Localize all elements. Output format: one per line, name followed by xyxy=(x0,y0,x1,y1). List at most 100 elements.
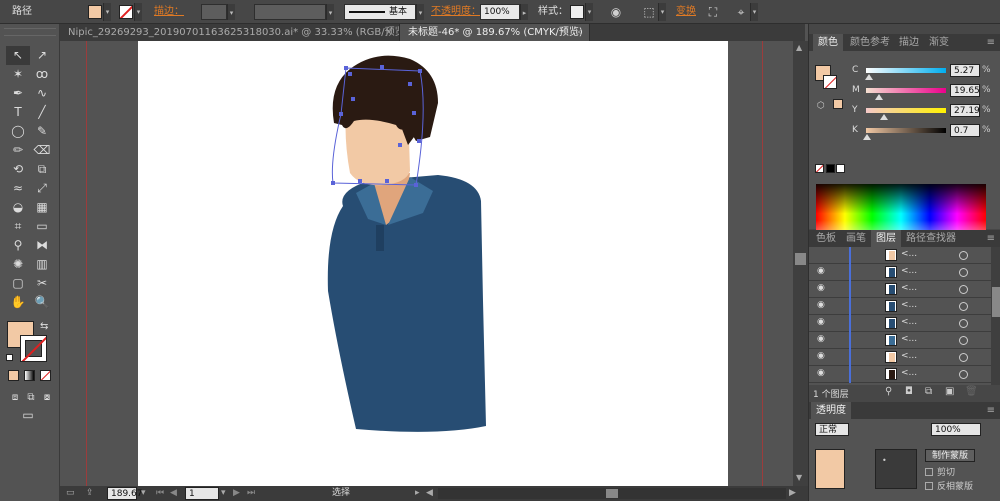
opacity-dropdown[interactable]: ▸ xyxy=(520,4,528,20)
type-tool-icon[interactable]: T xyxy=(6,103,30,122)
opacity-label[interactable]: 不透明度： xyxy=(431,3,481,21)
visibility-eye-icon[interactable]: ◉ xyxy=(817,351,825,361)
none-mode-icon[interactable] xyxy=(40,370,51,381)
channel-slider[interactable] xyxy=(866,88,946,93)
target-circle-icon[interactable] xyxy=(959,285,968,294)
perspective-grid-tool-icon[interactable]: ▦ xyxy=(30,198,54,217)
mesh-tool-icon[interactable]: ⌗ xyxy=(6,217,30,236)
invert-mask-checkbox[interactable] xyxy=(925,482,933,490)
close-icon[interactable]: × xyxy=(385,24,393,41)
new-layer-icon[interactable]: ▣ xyxy=(945,386,954,397)
channel-value-field[interactable]: 5.27 xyxy=(950,64,980,77)
zoom-tool-icon[interactable]: 🔍 xyxy=(30,293,54,312)
first-artboard-icon[interactable]: ⏮ xyxy=(156,487,164,500)
hscroll-thumb[interactable] xyxy=(606,489,618,498)
tab-layers[interactable]: 图层 xyxy=(871,230,901,247)
fill-dropdown[interactable]: ▾ xyxy=(103,3,111,21)
gradient-mode-icon[interactable] xyxy=(24,370,35,381)
anchor-point[interactable] xyxy=(408,82,412,86)
hscroll-right-icon[interactable]: ▶ xyxy=(789,487,796,500)
layers-scroll-thumb[interactable] xyxy=(992,287,1000,317)
opacity-field[interactable]: 100% xyxy=(480,4,520,20)
tab-color[interactable]: 颜色 xyxy=(813,34,843,51)
anchor-point[interactable] xyxy=(331,181,335,185)
column-graph-tool-icon[interactable]: ▥ xyxy=(30,255,54,274)
symbol-sprayer-tool-icon[interactable]: ✺ xyxy=(6,255,30,274)
lasso-tool-icon[interactable]: ꝏ xyxy=(30,65,54,84)
tab-untitled-46[interactable]: 未标题-46* @ 189.67% (CMYK/预览) × xyxy=(400,24,590,41)
anchor-point[interactable] xyxy=(358,179,362,183)
anchor-point[interactable] xyxy=(344,66,348,70)
visibility-eye-icon[interactable]: ◉ xyxy=(817,317,825,327)
object-thumbnail[interactable] xyxy=(815,449,845,489)
clip-checkbox[interactable] xyxy=(925,468,933,476)
hscroll-left-icon[interactable]: ◀ xyxy=(426,487,433,500)
target-circle-icon[interactable] xyxy=(959,319,968,328)
graphic-style-swatch[interactable] xyxy=(570,5,584,19)
artboard-tool-icon[interactable]: ▢ xyxy=(6,274,30,293)
tab-nipic-document[interactable]: Nipic_29269293_20190701163625318030.ai* … xyxy=(60,24,400,41)
blend-tool-icon[interactable]: ⧓ xyxy=(30,236,54,255)
panel-menu-icon[interactable]: ≡ xyxy=(987,230,995,247)
align-icon[interactable]: ⬚ xyxy=(640,3,658,21)
layer-row[interactable]: <... xyxy=(809,247,991,264)
shape-builder-tool-icon[interactable]: ◒ xyxy=(6,198,30,217)
vertical-scrollbar[interactable]: ▲ ▼ xyxy=(793,41,808,486)
variable-width-dropdown[interactable]: ▾ xyxy=(326,4,334,20)
channel-value-field[interactable]: 27.19 xyxy=(950,104,980,117)
brush-stroke-field[interactable]: 基本 xyxy=(344,4,416,20)
tab-gradient[interactable]: 渐变 xyxy=(924,34,954,51)
visibility-eye-icon[interactable]: ◉ xyxy=(817,266,825,276)
anchor-point[interactable] xyxy=(414,183,418,187)
visibility-eye-icon[interactable]: ◉ xyxy=(817,368,825,378)
layer-row[interactable]: ◉ <... xyxy=(809,349,991,366)
anchor-point[interactable] xyxy=(417,139,421,143)
slider-knob[interactable] xyxy=(874,94,883,100)
variable-width-field[interactable] xyxy=(254,4,326,20)
channel-slider[interactable] xyxy=(866,128,946,133)
none-swatch[interactable] xyxy=(815,164,824,173)
hand-tool-icon[interactable]: ✋ xyxy=(6,293,30,312)
tab-stroke[interactable]: 描边 xyxy=(894,34,924,51)
slice-tool-icon[interactable]: ✂ xyxy=(30,274,54,293)
anchor-point[interactable] xyxy=(418,69,422,73)
make-clipping-mask-icon[interactable]: ◘ xyxy=(905,386,913,397)
gamut-color-chip[interactable] xyxy=(833,99,843,109)
gradient-tool-icon[interactable]: ▭ xyxy=(30,217,54,236)
anchor-point[interactable] xyxy=(380,65,384,69)
artboard[interactable] xyxy=(138,41,728,486)
export-icon[interactable]: ⇪ xyxy=(86,487,94,500)
draw-behind-icon[interactable]: ⧉ xyxy=(24,388,38,407)
panel-menu-icon[interactable]: ≡ xyxy=(987,402,995,419)
transform-options-icon[interactable]: ⌖ xyxy=(732,3,750,21)
visibility-eye-icon[interactable]: ◉ xyxy=(817,300,825,310)
scroll-up-icon[interactable]: ▲ xyxy=(796,43,802,52)
isolate-icon[interactable]: ⛶ xyxy=(704,3,722,21)
scroll-down-icon[interactable]: ▼ xyxy=(796,473,802,482)
stroke-color-box[interactable] xyxy=(20,335,47,362)
close-icon[interactable]: × xyxy=(575,24,583,41)
target-circle-icon[interactable] xyxy=(959,302,968,311)
screen-mode-icon[interactable]: ▭ xyxy=(18,406,38,425)
layer-row[interactable]: ◉ <... xyxy=(809,298,991,315)
swap-colors-icon[interactable]: ⇆ xyxy=(40,321,48,332)
rotate-tool-icon[interactable]: ⟲ xyxy=(6,160,30,179)
channel-slider[interactable] xyxy=(866,108,946,113)
target-circle-icon[interactable] xyxy=(959,251,968,260)
layers-scrollbar[interactable] xyxy=(991,247,1000,385)
curvature-tool-icon[interactable]: ∿ xyxy=(30,84,54,103)
magic-wand-tool-icon[interactable]: ✶ xyxy=(6,65,30,84)
status-menu-icon[interactable]: ▸ xyxy=(415,487,420,500)
tab-pathfinder[interactable]: 路径查找器 xyxy=(901,230,961,247)
horizontal-scrollbar[interactable] xyxy=(438,488,786,499)
zoom-field[interactable]: 189.67 xyxy=(107,487,143,500)
black-swatch[interactable] xyxy=(826,164,835,173)
locate-object-icon[interactable]: ⚲ xyxy=(885,386,892,397)
panel-menu-icon[interactable]: ≡ xyxy=(987,34,995,51)
style-dropdown[interactable]: ▾ xyxy=(585,3,593,21)
scroll-thumb[interactable] xyxy=(795,253,806,265)
slider-knob[interactable] xyxy=(862,134,871,140)
target-circle-icon[interactable] xyxy=(959,268,968,277)
shirt-placket[interactable] xyxy=(376,225,384,251)
transparency-opacity-field[interactable]: 100% xyxy=(931,423,981,436)
